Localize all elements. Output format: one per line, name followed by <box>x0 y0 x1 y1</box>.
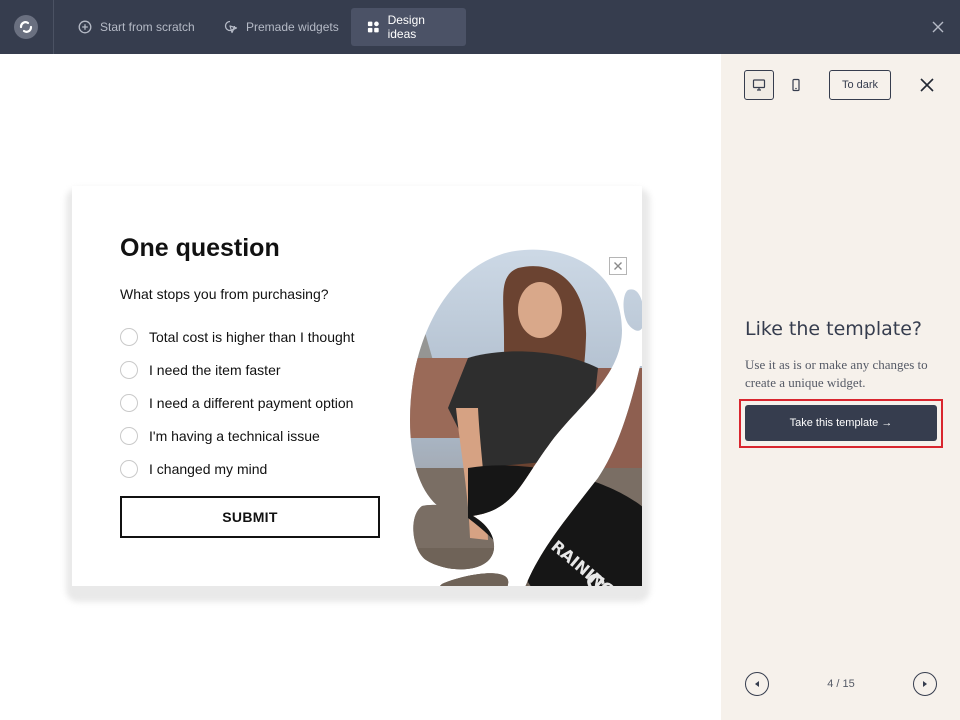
cursor-click-icon <box>224 20 238 34</box>
template-counter: 4 / 15 <box>827 678 855 690</box>
tab-label: Start from scratch <box>100 20 195 34</box>
desktop-icon <box>752 79 766 91</box>
tab-start-from-scratch[interactable]: Start from scratch <box>62 8 211 46</box>
survey-widget: One question What stops you from purchas… <box>72 186 642 586</box>
radio-button[interactable] <box>120 360 138 379</box>
submit-button[interactable]: SUBMIT <box>120 496 380 538</box>
close-icon <box>920 78 934 92</box>
close-icon <box>932 21 944 33</box>
option-label: I need the item faster <box>149 361 281 378</box>
tab-label: Premade widgets <box>246 20 339 34</box>
previous-template-button[interactable] <box>745 672 769 696</box>
answer-option[interactable]: I changed my mind <box>120 452 354 485</box>
to-dark-button[interactable]: To dark <box>829 70 891 100</box>
mobile-icon <box>792 78 800 92</box>
logo-icon <box>19 21 33 33</box>
like-template-description: Use it as is or make any changes to crea… <box>745 357 928 390</box>
top-bar: Start from scratch Premade widgets Desig… <box>0 0 960 54</box>
option-label: I need a different payment option <box>149 394 354 411</box>
template-panel: To dark Like the template? Use it as is … <box>721 54 960 720</box>
radio-button[interactable] <box>120 393 138 412</box>
answer-option[interactable]: I need the item faster <box>120 353 354 386</box>
triangle-right-icon <box>923 681 927 687</box>
option-label: I changed my mind <box>149 460 268 477</box>
tab-label: Design ideas <box>387 13 425 41</box>
answer-option[interactable]: Total cost is higher than I thought <box>120 320 354 353</box>
plus-circle-icon <box>78 20 92 34</box>
answer-option[interactable]: I need a different payment option <box>120 386 354 419</box>
close-editor-button[interactable] <box>930 19 946 35</box>
triangle-left-icon <box>755 681 759 687</box>
next-template-button[interactable] <box>913 672 937 696</box>
option-label: Total cost is higher than I thought <box>149 328 355 345</box>
option-label: I'm having a technical issue <box>149 427 320 444</box>
close-icon <box>614 262 622 270</box>
app-logo[interactable] <box>14 15 38 39</box>
tab-design-ideas[interactable]: Design ideas <box>351 8 466 46</box>
mobile-preview-button[interactable] <box>781 70 811 100</box>
close-panel-button[interactable] <box>919 77 935 93</box>
radio-button[interactable] <box>120 426 138 445</box>
widget-question: What stops you from purchasing? <box>120 286 329 302</box>
take-template-button[interactable]: Take this template → <box>745 405 937 441</box>
widget-close-button[interactable] <box>609 257 627 275</box>
widget-title: One question <box>120 234 280 262</box>
tab-premade-widgets[interactable]: Premade widgets <box>208 8 355 46</box>
answer-options: Total cost is higher than I thought I ne… <box>120 320 354 485</box>
radio-button[interactable] <box>120 327 138 346</box>
widget-photo: RAINING CLUB <box>410 249 642 586</box>
radio-button[interactable] <box>120 459 138 478</box>
logo-divider <box>53 0 54 54</box>
answer-option[interactable]: I'm having a technical issue <box>120 419 354 452</box>
preview-canvas: One question What stops you from purchas… <box>0 54 721 720</box>
grid-shapes-icon <box>367 21 379 33</box>
desktop-preview-button[interactable] <box>744 70 774 100</box>
like-template-title: Like the template? <box>745 318 922 340</box>
